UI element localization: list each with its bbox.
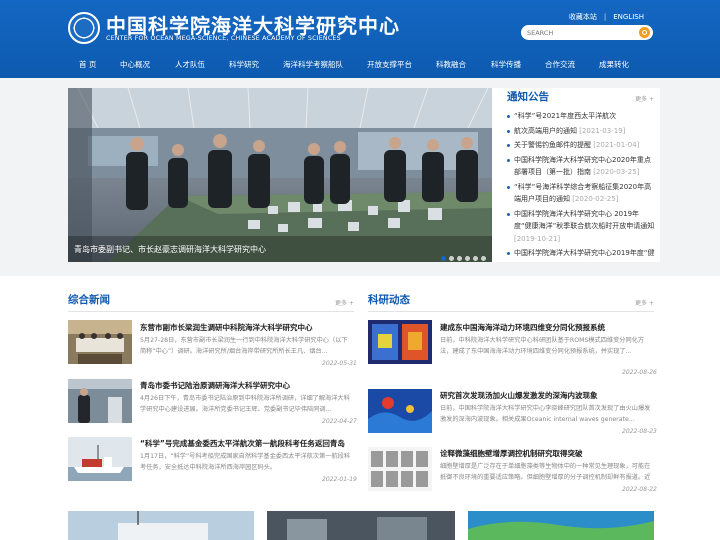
research-thumbnail[interactable] <box>368 447 432 491</box>
news-item-date: 2022-05-31 <box>322 360 357 367</box>
slide-dot[interactable] <box>465 256 470 261</box>
research-item-date: 2022-08-22 <box>622 486 657 493</box>
nav-transfer[interactable]: 成果转化 <box>599 59 629 70</box>
news-thumbnail[interactable] <box>68 437 132 481</box>
search-input[interactable] <box>527 26 627 39</box>
research-thumbnail[interactable] <box>368 389 432 433</box>
news-item-summary: 4月26日下午，青岛市委书记陆治原到中科院海洋所调研，详细了解海洋大科学研究中心… <box>140 395 350 413</box>
research-thumbnail[interactable] <box>368 320 432 364</box>
slide-dot[interactable] <box>441 256 446 261</box>
research-item-date: 2022-08-23 <box>622 428 657 435</box>
cas-logo-icon[interactable] <box>68 12 100 44</box>
nav-outreach[interactable]: 科学传播 <box>491 59 521 70</box>
divider <box>68 311 354 312</box>
research-item-date: 2022-08-26 <box>622 369 657 376</box>
banner-caption[interactable]: 青岛市委副书记、市长赵豪志调研海洋大科学研究中心 <box>74 244 266 255</box>
research-item-summary: 日前，中科院海洋大科学研究中心科研团队基于ROMS模式四维变分同化方法，建成了东… <box>440 337 645 355</box>
research-section-title: 科研动态 <box>368 294 410 306</box>
nav-cooperation[interactable]: 合作交流 <box>545 59 575 70</box>
news-section-title: 综合新闻 <box>68 294 110 306</box>
news-item-summary: 1月17日，“科学”号科考船完成国家自然科学基金委西太平洋航次第一航段科考任务，… <box>140 453 351 471</box>
divider: | <box>603 13 607 21</box>
slide-dot[interactable] <box>481 256 486 261</box>
nav-talent[interactable]: 人才队伍 <box>175 59 205 70</box>
site-subtitle: CENTER FOR OCEAN MEGA-SCIENCE, CHINESE A… <box>106 35 341 42</box>
research-item-title[interactable]: 研究首次发现汤加火山爆发激发的深海内波现象 <box>440 390 598 401</box>
english-link[interactable]: ENGLISH <box>613 13 644 21</box>
news-thumbnail[interactable] <box>68 320 132 364</box>
nav-platform[interactable]: 开放支撑平台 <box>367 59 412 70</box>
news-item-date: 2022-04-27 <box>322 418 357 425</box>
news-item-title[interactable]: “科学”号完成基金委西太平洋航次第一航段科考任务返回青岛 <box>140 438 345 449</box>
news-thumbnail[interactable] <box>68 379 132 423</box>
notice-item[interactable]: 航次高端用户的通知 [2021-03-19] <box>507 125 655 138</box>
notice-list: “科学”号2021年度西太平洋航次 航次高端用户的通知 [2021-03-19]… <box>507 110 655 258</box>
slide-dot[interactable] <box>457 256 462 261</box>
slide-dot[interactable] <box>449 256 454 261</box>
research-item-title[interactable]: 建成东中国海海洋动力环境四维变分同化预报系统 <box>440 322 605 333</box>
news-item-title[interactable]: 东营市副市长梁润生调研中科院海洋大科学研究中心 <box>140 322 313 333</box>
top-links: 收藏本站 | ENGLISH <box>569 12 644 22</box>
notice-item[interactable]: 关于警惕钓鱼邮件的提醒 [2021-01-04] <box>507 139 655 152</box>
search-icon[interactable] <box>639 27 650 38</box>
favorite-link[interactable]: 收藏本站 <box>569 13 597 21</box>
main-nav: 首 页 中心概况 人才队伍 科学研究 海洋科学考察船队 开放支撑平台 科教融合 … <box>0 54 720 76</box>
nav-research[interactable]: 科学研究 <box>229 59 259 70</box>
news-more-link[interactable]: 更多 + <box>335 298 354 307</box>
slide-dots <box>438 246 486 262</box>
divider <box>368 311 654 312</box>
notice-title: 通知公告 <box>507 91 549 103</box>
news-item-date: 2022-01-19 <box>322 476 357 483</box>
nav-home[interactable]: 首 页 <box>79 59 96 70</box>
notice-item[interactable]: 中国科学院海洋大科学研究中心 2019年度“健康海洋”秋季联合航次船时开放申请通… <box>507 208 655 246</box>
caption-bar: 青岛市委副书记、市长赵豪志调研海洋大科学研究中心 <box>68 236 492 262</box>
feature-image[interactable] <box>267 511 455 540</box>
research-item-summary: 日前，中国科学院海洋大科学研究中心李晓峰研究团队首次发现了由火山爆发激发的深海内… <box>440 405 651 423</box>
research-item-summary: 细胞壁增厚是广泛存在于单细胞藻类等生物体中的一种常见生理现象，可能在抵御不良环境… <box>440 463 651 481</box>
research-more-link[interactable]: 更多 + <box>635 298 654 307</box>
slide-dot[interactable] <box>473 256 478 261</box>
notice-item[interactable]: “科学”号海洋科学综合考察船征集2020年高端用户项目的通知 [2020-02-… <box>507 181 655 206</box>
research-item-title[interactable]: 诠释微藻细胞壁增厚调控机制研究取得突破 <box>440 448 583 459</box>
notice-item[interactable]: 中国科学院海洋大科学研究中心2019年度“健 <box>507 247 655 258</box>
site-header: 中国科学院海洋大科学研究中心 CENTER FOR OCEAN MEGA-SCI… <box>0 0 720 78</box>
feature-image[interactable] <box>68 511 254 540</box>
nav-education[interactable]: 科教融合 <box>436 59 466 70</box>
nav-about[interactable]: 中心概况 <box>120 59 150 70</box>
feature-image[interactable] <box>468 511 654 540</box>
notice-panel: 通知公告 更多 + “科学”号2021年度西太平洋航次 航次高端用户的通知 [2… <box>492 88 660 262</box>
news-item-summary: 5月27-28日，东营市副市长梁润生一行到中科院海洋大科学研究中心（以下简称“中… <box>140 337 348 355</box>
nav-fleet[interactable]: 海洋科学考察船队 <box>283 59 343 70</box>
banner-slide[interactable]: 青岛市委副书记、市长赵豪志调研海洋大科学研究中心 <box>68 88 492 262</box>
notice-item[interactable]: “科学”号2021年度西太平洋航次 <box>507 110 655 123</box>
notice-item[interactable]: 中国科学院海洋大科学研究中心2020年重点部署项目（第一批）指南 [2020-0… <box>507 154 655 179</box>
notice-more-link[interactable]: 更多 + <box>635 94 654 103</box>
search-box <box>521 25 653 40</box>
news-item-title[interactable]: 青岛市委书记陆治原调研海洋大科学研究中心 <box>140 380 290 391</box>
